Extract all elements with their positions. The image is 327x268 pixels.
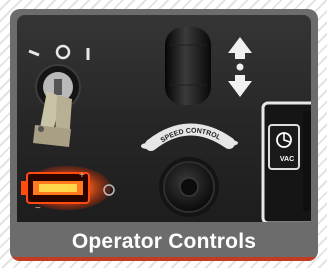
operator-controls-photo: − + SPEED CONTROL VAC [17,15,311,222]
svg-text:−: − [35,203,41,214]
key-switch-symbols [28,44,90,60]
speed-control-dial-label: SPEED CONTROL [141,123,238,151]
image-card: − + SPEED CONTROL VAC Operator Controls [10,9,318,261]
battery-indicator-icon: − + [21,166,111,214]
caption-accent-strip [10,257,318,261]
up-down-arrow-icon [228,37,252,97]
key-switch[interactable] [33,64,81,147]
control-panel-illustration: − + SPEED CONTROL [21,27,311,222]
direction-wheel[interactable] [165,27,211,105]
svg-text:+: + [79,170,85,181]
background-frame: − + SPEED CONTROL VAC Operator Controls [0,0,327,268]
speed-control-knob[interactable] [159,157,219,217]
image-caption: Operator Controls [71,229,257,253]
vac-label: VAC [279,156,295,163]
